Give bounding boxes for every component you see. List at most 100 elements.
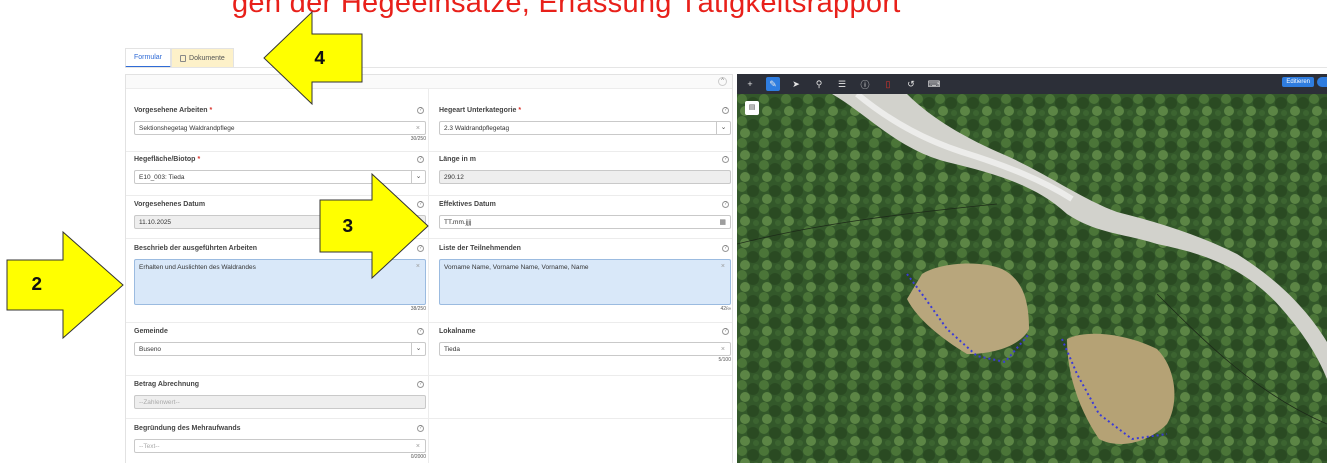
delete-icon[interactable]: ▯	[881, 77, 895, 91]
laenge-input: 290.12	[439, 170, 731, 184]
field-hegeart: Hegeart Unterkategorie *? 2.3 Waldrandpfl…	[439, 107, 731, 135]
vorgesehene-arbeiten-input[interactable]: Sektionshegetag Waldrandpflege ×	[134, 121, 426, 135]
panel-header: ^	[126, 75, 732, 89]
help-icon[interactable]: ?	[417, 156, 424, 163]
pointer-icon[interactable]: ➤	[789, 77, 803, 91]
required-marker: *	[518, 107, 522, 114]
label-hegeflaeche: Hegefläche/Biotop	[134, 156, 196, 163]
forest-area	[737, 94, 1327, 463]
label-effektives-datum: Effektives Datum	[439, 201, 496, 208]
beschrieb-value: Erhalten und Auslichten des Waldrandes	[139, 264, 256, 271]
char-counter: 42/∞	[720, 306, 731, 312]
layers-icon[interactable]: ▤	[745, 101, 759, 115]
hegeart-value: 2.3 Waldrandpflegetag	[444, 124, 510, 132]
list-icon[interactable]: ☰	[835, 77, 849, 91]
field-begruendung: Begründung des Mehraufwands? --Text-- × 0…	[134, 425, 426, 460]
map-view[interactable]: + ✎ ➤ ⚲ ☰ ⓘ ▯ ↺ ⌨ Editieren ▤	[737, 74, 1327, 463]
betrag-input[interactable]: --Zahlenwert--	[134, 395, 426, 409]
hegeart-select[interactable]: 2.3 Waldrandpflegetag ⌄	[439, 121, 731, 135]
edit-toggle[interactable]	[1317, 77, 1327, 87]
teilnehmende-value: Vorname Name, Vorname Name, Vorname, Nam…	[444, 264, 589, 271]
tab-dokumente-label: Dokumente	[189, 55, 225, 62]
collapse-chevron-up-icon[interactable]: ^	[718, 77, 727, 86]
begruendung-placeholder: --Text--	[139, 442, 160, 450]
chevron-down-icon[interactable]: ⌄	[716, 122, 730, 134]
row-divider	[126, 151, 732, 152]
gemeinde-select[interactable]: Buseno ⌄	[134, 342, 426, 356]
help-icon[interactable]: ?	[722, 107, 729, 114]
aerial-imagery	[737, 94, 1327, 463]
calendar-icon[interactable]: ▦	[719, 218, 726, 226]
tab-formular-label: Formular	[134, 54, 163, 61]
clear-icon[interactable]: ×	[721, 346, 725, 353]
begruendung-input[interactable]: --Text-- ×	[134, 439, 426, 453]
betrag-placeholder: --Zahlenwert--	[139, 398, 180, 406]
hegeflaeche-value: E10_003: Tieda	[139, 173, 185, 181]
help-icon[interactable]: ?	[722, 245, 729, 252]
callout-number: 4	[314, 48, 326, 70]
help-icon[interactable]: ?	[722, 328, 729, 335]
char-counter: 5/100	[718, 357, 731, 363]
help-icon[interactable]: ?	[722, 201, 729, 208]
callout-arrow-3: 3	[318, 172, 430, 280]
field-teilnehmende: Liste der Teilnehmenden? Vorname Name, V…	[439, 245, 731, 312]
label-laenge: Länge in m	[439, 156, 476, 163]
field-lokalname: Lokalname? Tieda × 5/100	[439, 328, 731, 363]
help-icon[interactable]: ?	[417, 107, 424, 114]
field-betrag: Betrag Abrechnung? --Zahlenwert--	[134, 381, 426, 409]
help-icon[interactable]: ?	[417, 328, 424, 335]
label-gemeinde: Gemeinde	[134, 328, 168, 335]
form-tabs: Formular Dokumente	[125, 48, 234, 68]
tab-formular[interactable]: Formular	[125, 48, 172, 68]
map-toolbar: + ✎ ➤ ⚲ ☰ ⓘ ▯ ↺ ⌨	[737, 74, 1327, 94]
char-counter: 30/250	[410, 136, 426, 142]
help-icon[interactable]: ?	[722, 156, 729, 163]
vorgesehenes-datum-value: 11.10.2025	[139, 218, 172, 226]
route-icon[interactable]: ⚲	[812, 77, 826, 91]
effektives-datum-placeholder: TT.mm.jjjj	[444, 218, 472, 226]
effektives-datum-input[interactable]: TT.mm.jjjj ▦	[439, 215, 731, 229]
field-gemeinde: Gemeinde? Buseno ⌄	[134, 328, 426, 356]
label-vorgesehenes-datum: Vorgesehenes Datum	[134, 201, 206, 208]
plus-icon[interactable]: +	[743, 77, 757, 91]
lokalname-input[interactable]: Tieda ×	[439, 342, 731, 356]
callout-arrow-4: 4	[262, 10, 367, 106]
required-marker: *	[209, 107, 213, 114]
row-divider	[126, 418, 732, 419]
callout-number: 2	[31, 274, 43, 296]
teilnehmende-textarea[interactable]: Vorname Name, Vorname Name, Vorname, Nam…	[439, 259, 731, 305]
label-begruendung: Begründung des Mehraufwands	[134, 425, 241, 432]
vorgesehene-arbeiten-value: Sektionshegetag Waldrandpflege	[139, 124, 235, 132]
edit-icon[interactable]: ✎	[766, 77, 780, 91]
gemeinde-value: Buseno	[139, 345, 162, 353]
screenshot-root: gen der Hegeeinsätze, Erfassung Tätigkei…	[0, 0, 1327, 463]
arrow-shape	[319, 172, 429, 280]
callout-arrow-2: 2	[5, 230, 125, 340]
tab-dokumente[interactable]: Dokumente	[171, 48, 234, 68]
undo-icon[interactable]: ↺	[904, 77, 918, 91]
document-icon	[180, 55, 187, 62]
label-hegeart: Hegeart Unterkategorie	[439, 107, 517, 114]
label-betrag: Betrag Abrechnung	[134, 381, 200, 388]
help-icon[interactable]: ?	[417, 381, 424, 388]
row-divider	[126, 322, 732, 323]
field-vorgesehene-arbeiten: Vorgesehene Arbeiten *? Sektionshegetag W…	[134, 107, 426, 142]
clear-icon[interactable]: ×	[416, 125, 420, 132]
clear-icon[interactable]: ×	[721, 263, 725, 270]
row-divider	[126, 375, 732, 376]
chevron-down-icon[interactable]: ⌄	[411, 343, 425, 355]
callout-number: 3	[342, 216, 354, 238]
field-laenge: Länge in m? 290.12	[439, 156, 731, 184]
required-marker: *	[197, 156, 201, 163]
keyboard-icon[interactable]: ⌨	[927, 77, 941, 91]
label-lokalname: Lokalname	[439, 328, 476, 335]
arrow-shape	[6, 230, 124, 340]
field-effektives-datum: Effektives Datum? TT.mm.jjjj ▦	[439, 201, 731, 229]
clear-icon[interactable]: ×	[416, 443, 420, 450]
label-vorgesehene-arbeiten: Vorgesehene Arbeiten	[134, 107, 208, 114]
info-icon[interactable]: ⓘ	[858, 77, 872, 91]
label-teilnehmende: Liste der Teilnehmenden	[439, 245, 521, 252]
laenge-value: 290.12	[444, 173, 464, 181]
edit-mode-label[interactable]: Editieren	[1282, 77, 1314, 87]
help-icon[interactable]: ?	[417, 425, 424, 432]
